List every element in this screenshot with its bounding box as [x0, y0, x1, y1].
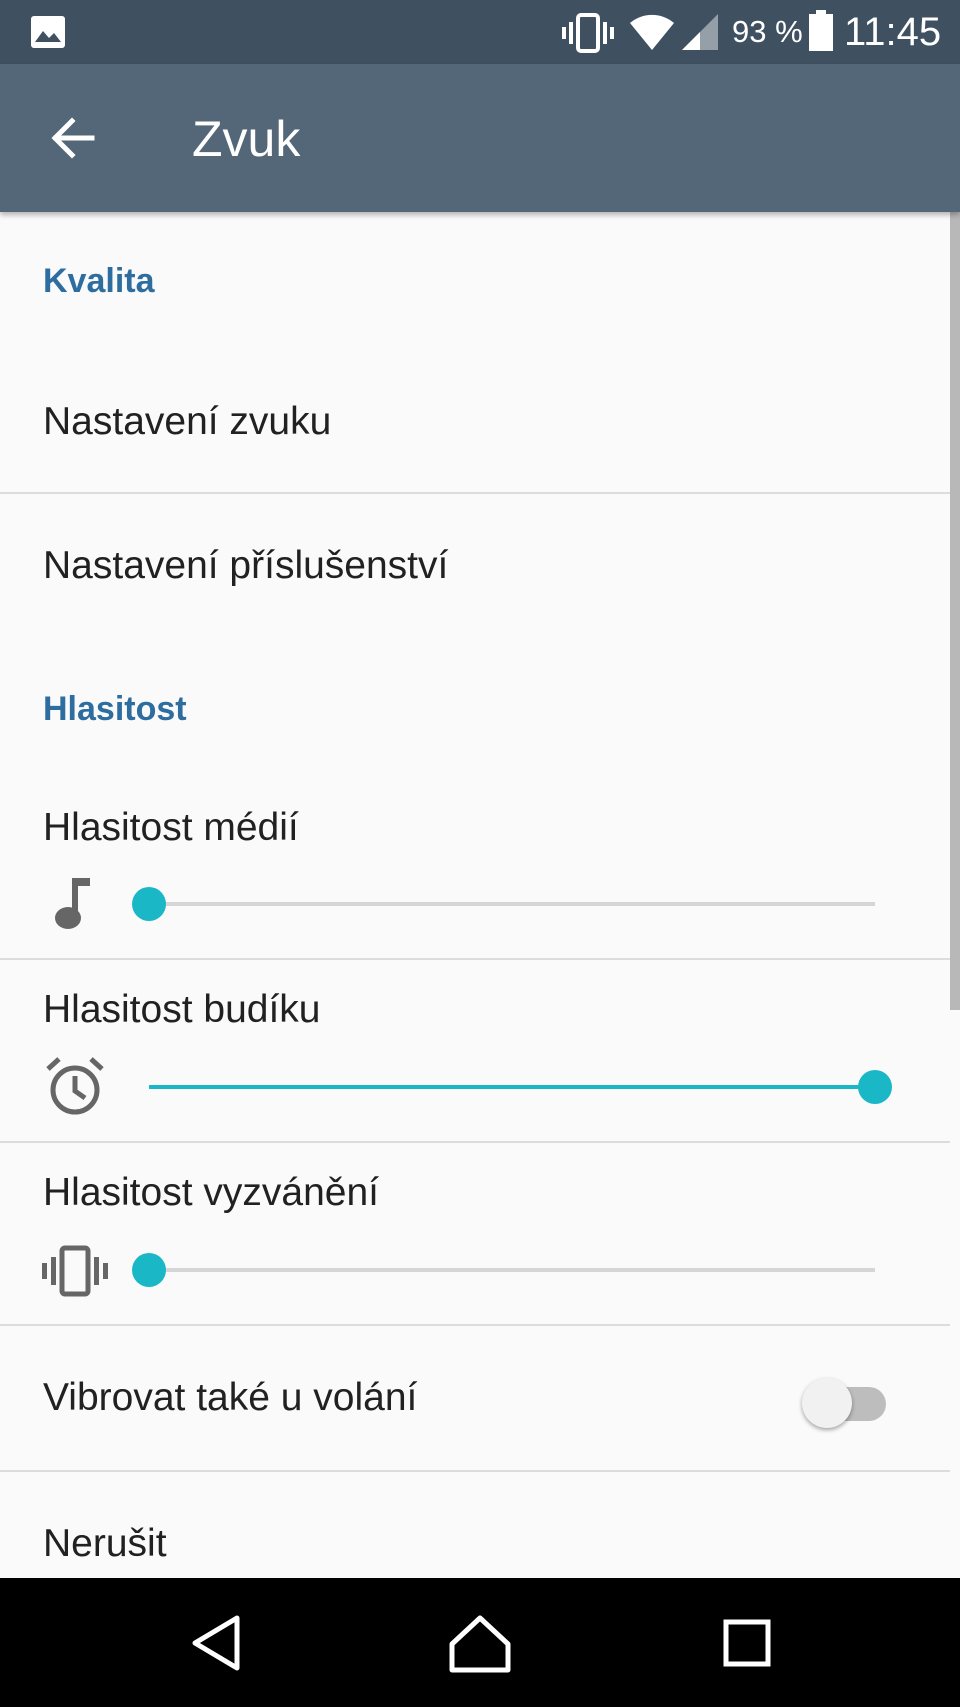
- sound-settings-label[interactable]: Nastavení zvuku: [43, 400, 331, 444]
- alarm-volume-label: Hlasitost budíku: [43, 988, 321, 1031]
- page-title: Zvuk: [192, 111, 301, 167]
- app-bar: Zvuk: [0, 64, 960, 212]
- battery-percent: 93 %: [732, 14, 803, 49]
- switch-thumb: [802, 1378, 852, 1428]
- vibrate-on-call-switch[interactable]: [800, 1368, 890, 1428]
- battery-icon: [809, 10, 833, 51]
- scrollbar[interactable]: [950, 212, 960, 1010]
- back-triangle-icon[interactable]: [175, 1608, 255, 1678]
- home-icon[interactable]: [440, 1608, 520, 1678]
- do-not-disturb-label[interactable]: Nerušit: [43, 1522, 167, 1566]
- image-notification-icon: [31, 16, 65, 48]
- media-volume-slider[interactable]: [132, 887, 875, 921]
- recents-icon[interactable]: [707, 1608, 787, 1678]
- navigation-bar: [0, 1578, 960, 1707]
- slider-thumb[interactable]: [132, 887, 166, 921]
- slider-thumb[interactable]: [858, 1070, 892, 1104]
- media-volume-label: Hlasitost médií: [43, 806, 299, 849]
- ringer-volume-label: Hlasitost vyzvánění: [43, 1171, 379, 1214]
- slider-fill: [149, 1085, 875, 1089]
- clock: 11:45: [844, 10, 942, 54]
- section-header-quality: Kvalita: [43, 262, 155, 300]
- vibrate-icon: [42, 1245, 108, 1297]
- vibrate-icon: [562, 13, 614, 53]
- slider-thumb[interactable]: [132, 1253, 166, 1287]
- music-note-icon: [55, 878, 90, 929]
- wifi-icon: [630, 14, 674, 50]
- divider: [0, 1141, 950, 1143]
- vibrate-on-call-label[interactable]: Vibrovat také u volání: [43, 1376, 417, 1420]
- cell-signal-icon: [682, 14, 718, 50]
- alarm-clock-icon: [46, 1057, 104, 1115]
- status-bar: 93 % 11:45: [0, 0, 960, 64]
- section-header-volume: Hlasitost: [43, 690, 187, 728]
- alarm-volume-slider[interactable]: [149, 1070, 892, 1104]
- arrow-back-icon[interactable]: [44, 108, 104, 168]
- divider: [0, 958, 950, 960]
- ringer-volume-slider[interactable]: [132, 1253, 875, 1287]
- accessory-settings-label[interactable]: Nastavení příslušenství: [43, 544, 448, 588]
